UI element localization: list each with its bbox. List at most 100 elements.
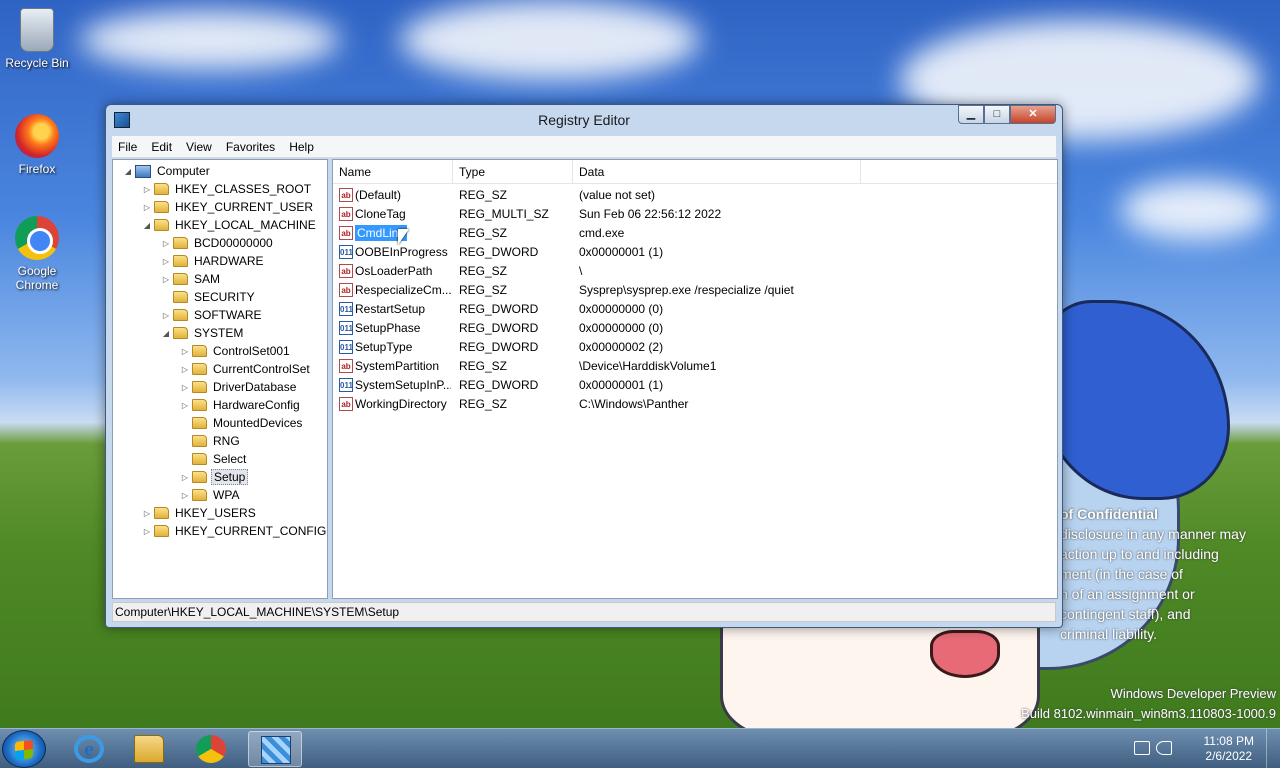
tree-node-label: HKEY_USERS (175, 506, 256, 520)
collapse-arrow-icon[interactable]: ◢ (142, 221, 152, 230)
value-row[interactable]: 011 RestartSetup REG_DWORD 0x00000000 (0) (333, 300, 1057, 319)
values-list[interactable]: Name Type Data ab (Default) REG_SZ (value n… (332, 159, 1058, 599)
tree-node[interactable]: ▷ DriverDatabase (180, 378, 298, 396)
desktop-icon-recycle-bin[interactable]: Recycle Bin (4, 8, 70, 70)
tree-node[interactable]: Select (180, 450, 248, 468)
expand-arrow-icon[interactable]: ▷ (180, 491, 190, 500)
expand-arrow-icon[interactable]: ▷ (142, 185, 152, 194)
tree-node[interactable]: ◢ HKEY_LOCAL_MACHINE (142, 216, 318, 234)
expand-arrow-icon[interactable]: ▷ (142, 203, 152, 212)
expand-arrow-icon[interactable]: ▷ (180, 347, 190, 356)
tree-node[interactable]: RNG (180, 432, 242, 450)
column-header-type[interactable]: Type (453, 160, 573, 184)
tree-node-label: HKEY_LOCAL_MACHINE (175, 218, 316, 232)
tree-node[interactable]: ◢ SYSTEM (161, 324, 245, 342)
expand-arrow-icon[interactable]: ▷ (161, 311, 171, 320)
expand-arrow-icon[interactable]: ▷ (161, 239, 171, 248)
tree-node[interactable]: ▷ HardwareConfig (180, 396, 302, 414)
tree-node[interactable]: ▷ HKEY_CURRENT_USER (142, 198, 315, 216)
folder-icon (173, 291, 188, 303)
value-type: REG_DWORD (459, 340, 539, 354)
menu-file[interactable]: File (112, 140, 145, 154)
value-row[interactable]: ab (Default) REG_SZ (value not set) (333, 186, 1057, 205)
title-bar[interactable]: Registry Editor ▁ □ ✕ (106, 105, 1062, 135)
desktop-icon-chrome[interactable]: Google Chrome (4, 216, 70, 292)
registry-editor-window: Registry Editor ▁ □ ✕ File Edit View Fav… (105, 104, 1063, 628)
tree-node-label: HKEY_CURRENT_CONFIG (175, 524, 327, 538)
tree-node[interactable]: SECURITY (161, 288, 257, 306)
maximize-button[interactable]: □ (984, 105, 1010, 124)
tree-node-label: Select (213, 452, 247, 466)
value-row[interactable]: ab OsLoaderPath REG_SZ \ (333, 262, 1057, 281)
expand-arrow-icon[interactable]: ▷ (180, 365, 190, 374)
close-button[interactable]: ✕ (1010, 105, 1056, 124)
tree-node[interactable]: ▷ Setup (180, 468, 249, 486)
windows-logo-icon (15, 740, 33, 760)
clock[interactable]: 11:08 PM 2/6/2022 (1204, 734, 1254, 764)
tree-node[interactable]: ▷ HKEY_CURRENT_CONFIG (142, 522, 327, 540)
start-button[interactable] (2, 730, 46, 768)
taskbar-internet-explorer[interactable]: e (62, 731, 116, 767)
expand-arrow-icon[interactable]: ▷ (142, 509, 152, 518)
value-name: SetupPhase (355, 319, 451, 338)
reg-string-value-icon: ab (339, 188, 353, 202)
tree-node[interactable]: MountedDevices (180, 414, 304, 432)
value-row[interactable]: 011 OOBEInProgress REG_DWORD 0x00000001 (1) (333, 243, 1057, 262)
taskbar-chrome[interactable] (184, 731, 238, 767)
column-header-data[interactable]: Data (573, 160, 861, 184)
system-tray: 11:08 PM 2/6/2022 (1130, 729, 1280, 768)
tree-node-label: ControlSet001 (213, 344, 290, 358)
taskbar-registry-editor[interactable] (248, 731, 302, 767)
value-row[interactable]: ab SystemPartition REG_SZ \Device\HarddiskV… (333, 357, 1057, 376)
value-row[interactable]: 011 SetupType REG_DWORD 0x00000002 (2) (333, 338, 1057, 357)
expand-arrow-icon[interactable]: ▷ (142, 527, 152, 536)
tree-node[interactable]: ▷ ControlSet001 (180, 342, 292, 360)
expand-arrow-icon[interactable]: ▷ (180, 383, 190, 392)
menu-help[interactable]: Help (283, 140, 322, 154)
expand-arrow-icon[interactable]: ▷ (180, 401, 190, 410)
value-row[interactable]: ab RespecializeCm... REG_SZ Sysprep\sysprep… (333, 281, 1057, 300)
value-name: RestartSetup (355, 300, 451, 319)
minimize-button[interactable]: ▁ (958, 105, 984, 124)
folder-icon (154, 201, 169, 213)
menu-favorites[interactable]: Favorites (220, 140, 283, 154)
taskbar-file-explorer[interactable] (122, 731, 176, 767)
menu-view[interactable]: View (180, 140, 220, 154)
value-row[interactable]: ab WorkingDirectory REG_SZ C:\Windows\Panth… (333, 395, 1057, 414)
tree-node[interactable]: ◢ Computer (123, 162, 212, 180)
collapse-arrow-icon[interactable]: ◢ (161, 329, 171, 338)
tree-node[interactable]: ▷ HKEY_CLASSES_ROOT (142, 180, 313, 198)
volume-icon[interactable] (1156, 741, 1172, 755)
column-header-name[interactable]: Name (333, 160, 453, 184)
expand-arrow-icon[interactable]: ▷ (161, 257, 171, 266)
value-row[interactable]: ab CloneTag REG_MULTI_SZ Sun Feb 06 22:56:1… (333, 205, 1057, 224)
value-type: REG_SZ (459, 226, 508, 240)
registry-tree[interactable]: ◢ Computer ▷ HKEY_CLASSES_ROOT ▷ HKEY_CURRENT… (112, 159, 328, 599)
network-icon[interactable] (1134, 741, 1150, 755)
value-row[interactable]: 011 SystemSetupInP... REG_DWORD 0x00000001 … (333, 376, 1057, 395)
tree-node-label: BCD00000000 (194, 236, 273, 250)
collapse-arrow-icon[interactable]: ◢ (123, 167, 133, 176)
show-desktop-button[interactable] (1266, 729, 1280, 768)
value-name: OsLoaderPath (355, 262, 451, 281)
expand-arrow-icon[interactable]: ▷ (161, 275, 171, 284)
folder-icon (154, 219, 169, 231)
tree-node[interactable]: ▷ BCD00000000 (161, 234, 275, 252)
file-explorer-icon (134, 735, 164, 763)
tree-node[interactable]: ▷ SOFTWARE (161, 306, 264, 324)
tree-node[interactable]: ▷ HKEY_USERS (142, 504, 258, 522)
tree-node[interactable]: ▷ WPA (180, 486, 241, 504)
value-row[interactable]: 011 SetupPhase REG_DWORD 0x00000000 (0) (333, 319, 1057, 338)
value-name: WorkingDirectory (355, 395, 451, 414)
tree-node[interactable]: ▷ CurrentControlSet (180, 360, 312, 378)
list-header: Name Type Data (333, 160, 1057, 184)
expand-arrow-icon[interactable]: ▷ (180, 473, 190, 482)
tree-node[interactable]: ▷ HARDWARE (161, 252, 266, 270)
tree-node[interactable]: ▷ SAM (161, 270, 222, 288)
desktop-icon-firefox[interactable]: Firefox (4, 114, 70, 176)
reg-binary-value-icon: 011 (339, 302, 353, 316)
value-row[interactable]: ab CmdLine REG_SZ cmd.exe (333, 224, 1057, 243)
menu-edit[interactable]: Edit (145, 140, 180, 154)
value-type: REG_MULTI_SZ (459, 207, 549, 221)
value-type: REG_SZ (459, 397, 508, 411)
